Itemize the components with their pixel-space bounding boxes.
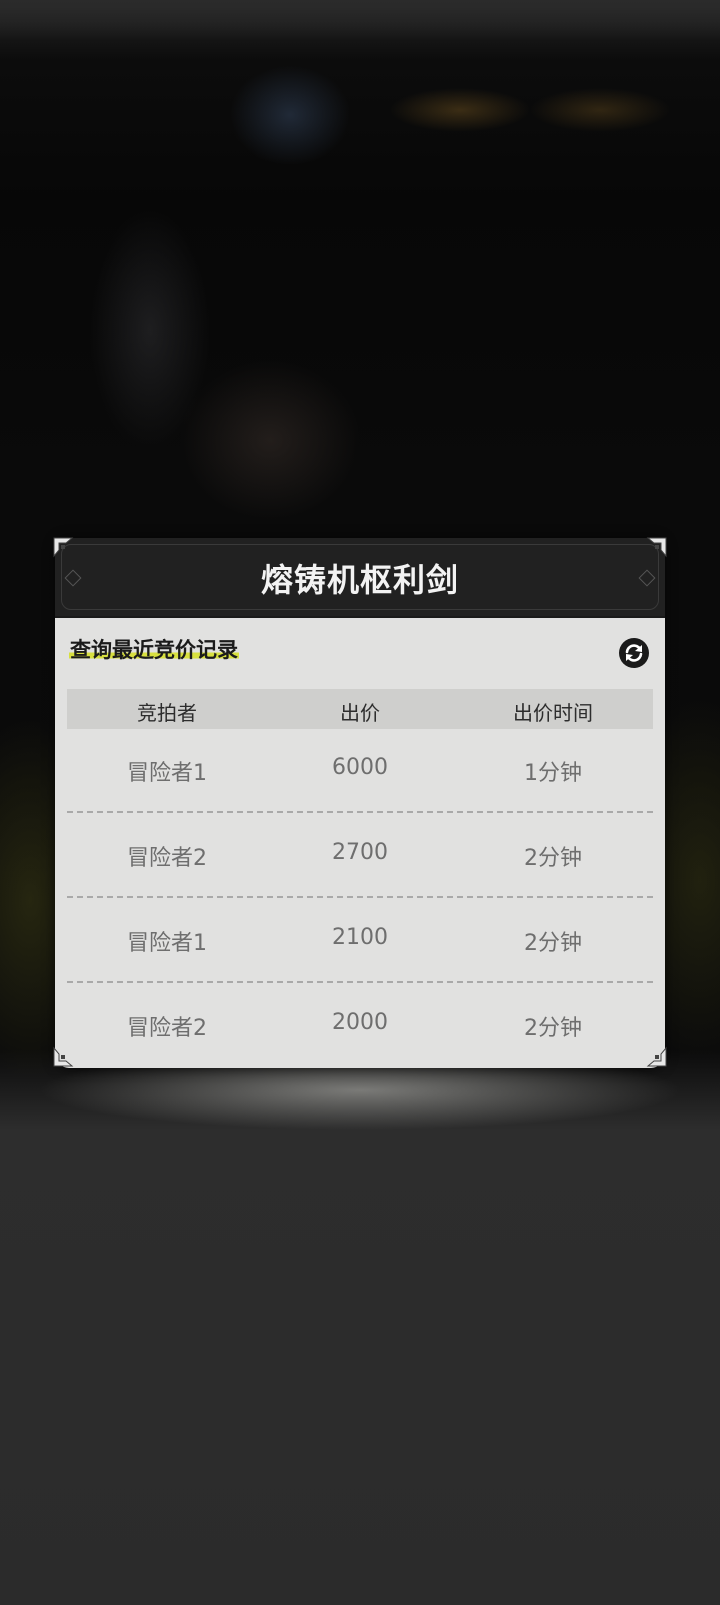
section-title: 查询最近竞价记录 — [69, 634, 239, 664]
corner-bracket-bottom-left — [53, 1046, 74, 1067]
time-cell: 1分钟 — [524, 761, 582, 786]
column-header-bidder: 竞拍者 — [137, 701, 197, 725]
column-header-time: 出价时间 — [513, 701, 593, 725]
bidder-cell: 冒险者1 — [127, 931, 207, 956]
refresh-icon — [625, 644, 643, 662]
price-cell: 2100 — [332, 925, 388, 950]
bidder-cell: 冒险者2 — [127, 846, 207, 871]
table-row: 冒险者2 2000 2分钟 — [67, 984, 653, 1068]
table-row: 冒险者1 2100 2分钟 — [67, 899, 653, 983]
row-divider — [67, 811, 653, 813]
price-cell: 2700 — [332, 840, 388, 865]
row-divider — [67, 896, 653, 898]
dialog-title: 熔铸机枢利剑 — [260, 561, 459, 599]
bidder-cell: 冒险者1 — [127, 761, 207, 786]
time-cell: 2分钟 — [524, 846, 582, 871]
price-cell: 6000 — [332, 755, 388, 780]
corner-bracket-top-left — [53, 537, 74, 558]
table-row: 冒险者2 2700 2分钟 — [67, 814, 653, 898]
corner-bracket-bottom-right — [646, 1046, 667, 1067]
time-cell: 2分钟 — [524, 931, 582, 956]
refresh-button[interactable] — [619, 638, 649, 668]
column-header-price: 出价 — [340, 701, 380, 725]
table-header: 竞拍者 出价 出价时间 — [67, 689, 653, 729]
bidder-cell: 冒险者2 — [127, 1016, 207, 1041]
row-divider — [67, 981, 653, 983]
corner-bracket-top-right — [646, 537, 667, 558]
status-bar-area — [0, 0, 720, 40]
price-cell: 2000 — [332, 1010, 388, 1035]
table-row: 冒险者1 6000 1分钟 — [67, 729, 653, 813]
dialog-header: 熔铸机枢利剑 — [55, 538, 665, 618]
time-cell: 2分钟 — [524, 1016, 582, 1041]
bid-history-dialog: 熔铸机枢利剑 查询最近竞价记录 竞拍者 出价 出价时间 冒险者1 6000 1分… — [55, 538, 665, 1068]
